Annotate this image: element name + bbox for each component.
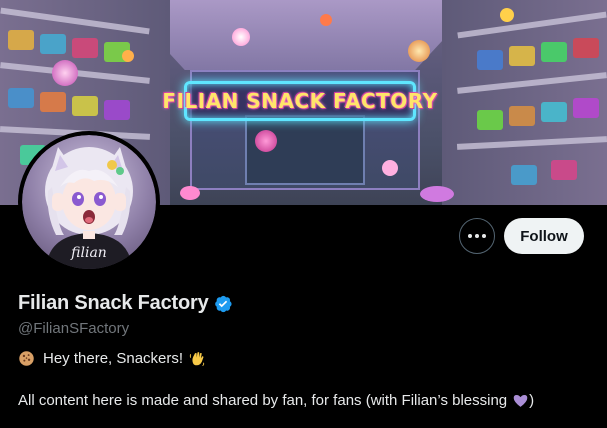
bio-line-1: Hey there, Snackers! (18, 350, 206, 367)
profile-name-row: Filian Snack Factory (18, 292, 233, 315)
verified-badge-icon[interactable] (213, 294, 233, 314)
cookie-icon (19, 351, 34, 366)
display-name: Filian Snack Factory (18, 292, 209, 314)
bio-close-paren: ) (529, 392, 535, 409)
profile-handle: @FilianSFactory (18, 320, 130, 337)
follow-button[interactable]: Follow (504, 218, 584, 254)
banner-ceiling (120, 0, 480, 70)
bio-disclaimer: All content here is made and shared by f… (18, 392, 508, 409)
bio-greeting: Hey there, Snackers! (43, 350, 184, 367)
banner-right-shelves (442, 0, 607, 205)
purple-heart-icon (513, 394, 528, 407)
avatar-character-art: filian (45, 147, 133, 269)
waving-hand-icon (189, 352, 205, 367)
avatar[interactable]: filian (18, 131, 160, 273)
avatar-shirt-text: filian (70, 245, 107, 261)
ellipsis-icon (467, 234, 488, 238)
bio-line-2: All content here is made and shared by f… (18, 392, 534, 409)
neon-sign-text: FILIAN SNACK FACTORY (162, 89, 438, 113)
more-options-button[interactable] (459, 218, 495, 254)
neon-sign: FILIAN SNACK FACTORY (162, 81, 437, 121)
